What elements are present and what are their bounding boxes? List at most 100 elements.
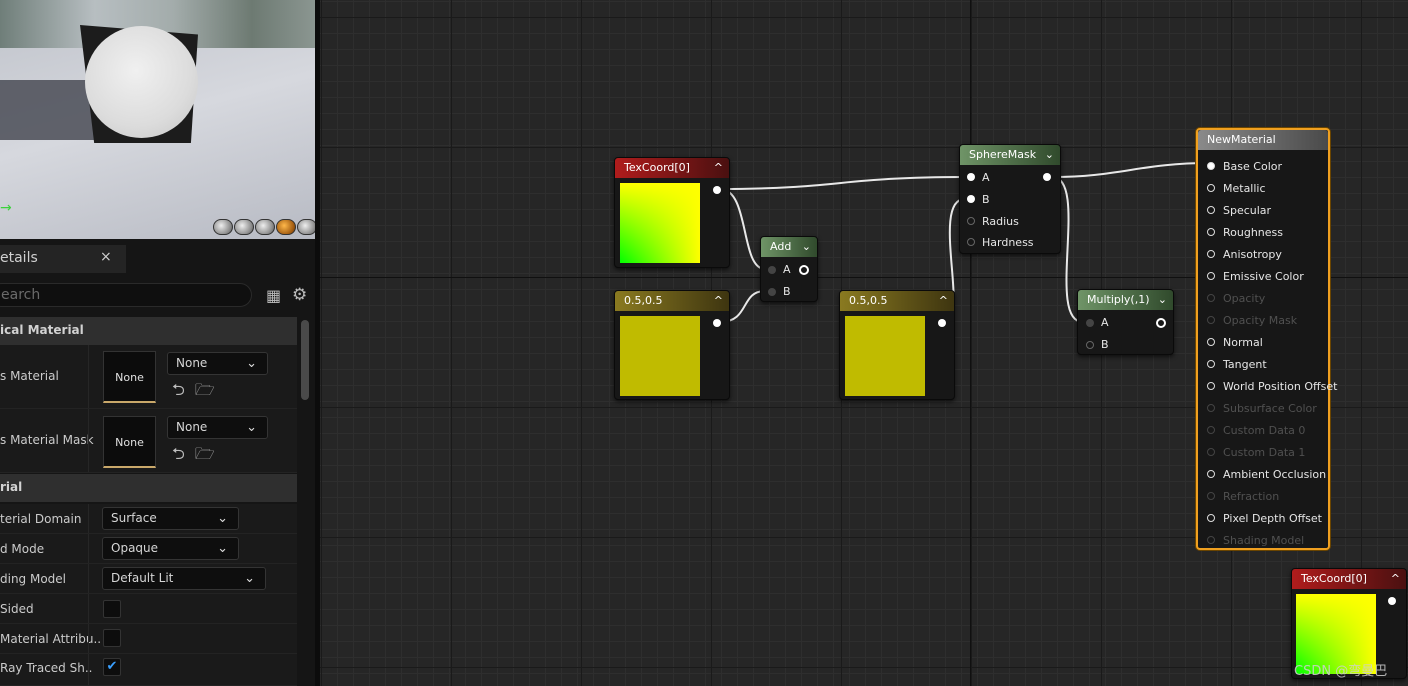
row-two-sided: Sided — [0, 594, 297, 624]
details-tab-label: etails — [0, 250, 38, 266]
input-pin-icon[interactable] — [1207, 404, 1215, 412]
chevron-down-icon: ⌄ — [801, 240, 811, 253]
row-shading-model: ding Model Default Lit ⌄ — [0, 564, 297, 594]
node-header: TexCoord[0] ^ — [1292, 569, 1406, 589]
node-texcoord[interactable]: TexCoord[0] ^ — [614, 157, 730, 268]
wire-spheremask-to-basecolor — [1051, 162, 1211, 178]
use-selected-icon[interactable]: ⮌ — [172, 379, 185, 406]
material-pin-label: Base Color — [1223, 160, 1283, 173]
node-header: NewMaterial — [1198, 130, 1328, 150]
material-preview-viewport[interactable]: → — [0, 0, 315, 239]
details-scrollbar[interactable] — [301, 320, 309, 400]
chevron-down-icon: ⌄ — [217, 511, 228, 526]
row-material-domain: terial Domain Surface ⌄ — [0, 504, 297, 534]
material-pin-label: Opacity — [1223, 292, 1266, 305]
input-pin-icon[interactable] — [1207, 206, 1215, 214]
sphere-preview-icon[interactable] — [234, 219, 254, 235]
use-selected-icon[interactable]: ⮌ — [172, 443, 185, 470]
preview-mesh-selector — [213, 219, 315, 235]
chevron-down-icon: ⌄ — [246, 420, 257, 435]
output-pin-icon[interactable] — [713, 186, 721, 194]
material-pin-label: Emissive Color — [1223, 270, 1304, 283]
table-view-icon[interactable]: ▦ — [266, 286, 281, 305]
node-new-material[interactable]: NewMaterial Base Color Metallic Specular Ro… — [1196, 128, 1337, 550]
input-pin-icon[interactable] — [1207, 492, 1215, 500]
node-header: 0.5,0.5 ^ — [840, 291, 954, 311]
row-phys-material-mask: s Material Mask None None ⌄ ⮌ 🗁 — [0, 409, 297, 473]
teapot-preview-icon[interactable] — [297, 219, 315, 235]
input-pin-icon[interactable] — [1086, 319, 1094, 327]
node-constant-a[interactable]: 0.5,0.5 ^ — [614, 290, 730, 400]
material-pin-label: Anisotropy — [1223, 248, 1282, 261]
node-header: Add ⌄ — [761, 237, 817, 257]
cube-preview-icon[interactable] — [276, 219, 296, 235]
gear-icon[interactable]: ⚙ — [292, 285, 307, 305]
row-ray-traced-shadows: Ray Traced Sh.. ✔ — [0, 654, 297, 686]
input-pin-icon[interactable] — [1086, 341, 1094, 349]
node-header: Multiply(,1) ⌄ — [1078, 290, 1173, 310]
phys-material-mask-combo[interactable]: None ⌄ — [167, 416, 268, 439]
input-pin-icon[interactable] — [1207, 382, 1215, 390]
details-search-input[interactable]: earch — [0, 283, 252, 307]
chevron-down-icon: ⌄ — [244, 571, 255, 586]
details-search-row: earch ▦ ⚙ — [0, 281, 315, 309]
left-panel: → etails × earch ▦ ⚙ ical Material s Mat… — [0, 0, 320, 686]
input-pin-icon[interactable] — [1207, 470, 1215, 478]
cylinder-preview-icon[interactable] — [213, 219, 233, 235]
output-pin-icon[interactable] — [713, 319, 721, 327]
input-pin-icon[interactable] — [967, 195, 975, 203]
blend-mode-combo[interactable]: Opaque ⌄ — [102, 537, 239, 560]
input-pin-icon[interactable] — [1207, 316, 1215, 324]
input-pin-icon[interactable] — [1207, 184, 1215, 192]
chevron-down-icon: ⌄ — [217, 541, 228, 556]
texcoord-preview — [620, 183, 700, 263]
category-material[interactable]: rial — [0, 474, 297, 502]
input-pin-icon[interactable] — [1207, 162, 1215, 170]
two-sided-checkbox[interactable] — [103, 600, 121, 618]
material-graph-canvas[interactable]: TexCoord[0] ^ 0.5,0.5 ^ Add ⌄ A B 0.5,0.5 ^ … — [320, 0, 1408, 686]
input-pin-icon[interactable] — [1207, 338, 1215, 346]
phys-material-thumbnail[interactable]: None — [103, 351, 156, 403]
phys-material-mask-thumbnail[interactable]: None — [103, 416, 156, 468]
input-pin-icon[interactable] — [1207, 448, 1215, 456]
input-pin-icon[interactable] — [1207, 426, 1215, 434]
input-pin-icon[interactable] — [768, 266, 776, 274]
ray-traced-shadows-checkbox[interactable]: ✔ — [103, 658, 121, 676]
material-pin-label: Tangent — [1223, 358, 1267, 371]
input-pin-icon[interactable] — [1207, 250, 1215, 258]
node-constant-b[interactable]: 0.5,0.5 ^ — [839, 290, 955, 400]
input-pin-icon[interactable] — [1207, 360, 1215, 368]
browse-asset-icon[interactable]: 🗁 — [195, 379, 215, 406]
input-pin-icon[interactable] — [1207, 514, 1215, 522]
input-pin-icon[interactable] — [1207, 228, 1215, 236]
output-pin-icon[interactable] — [1043, 173, 1051, 181]
node-spheremask[interactable]: SphereMask ⌄ A B Radius Hardness — [959, 144, 1061, 254]
input-pin-icon[interactable] — [1207, 536, 1215, 544]
chevron-down-icon: ⌄ — [1044, 148, 1054, 161]
material-pin-label: Roughness — [1223, 226, 1284, 239]
close-icon[interactable]: × — [100, 249, 112, 265]
details-tab[interactable]: etails × — [0, 245, 126, 273]
input-pin-icon[interactable] — [967, 173, 975, 181]
input-pin-icon[interactable] — [967, 217, 975, 225]
input-pin-icon[interactable] — [967, 238, 975, 246]
input-pin-icon[interactable] — [768, 288, 776, 296]
output-pin-icon[interactable] — [1388, 597, 1396, 605]
material-attributes-checkbox[interactable] — [103, 629, 121, 647]
output-pin-icon[interactable] — [938, 319, 946, 327]
phys-material-combo[interactable]: None ⌄ — [167, 352, 268, 375]
shading-model-combo[interactable]: Default Lit ⌄ — [102, 567, 266, 590]
output-pin-icon[interactable] — [1156, 318, 1166, 328]
node-add[interactable]: Add ⌄ A B — [760, 236, 818, 302]
row-phys-material: s Material None None ⌄ ⮌ 🗁 — [0, 345, 297, 409]
plane-preview-icon[interactable] — [255, 219, 275, 235]
node-multiply[interactable]: Multiply(,1) ⌄ A B — [1077, 289, 1174, 355]
browse-asset-icon[interactable]: 🗁 — [195, 443, 215, 470]
output-pin-icon[interactable] — [799, 265, 809, 275]
material-pin-label: Ambient Occlusion — [1223, 468, 1327, 481]
material-domain-combo[interactable]: Surface ⌄ — [102, 507, 239, 530]
category-physical-material[interactable]: ical Material — [0, 317, 297, 345]
node-header: SphereMask ⌄ — [960, 145, 1060, 165]
input-pin-icon[interactable] — [1207, 294, 1215, 302]
input-pin-icon[interactable] — [1207, 272, 1215, 280]
